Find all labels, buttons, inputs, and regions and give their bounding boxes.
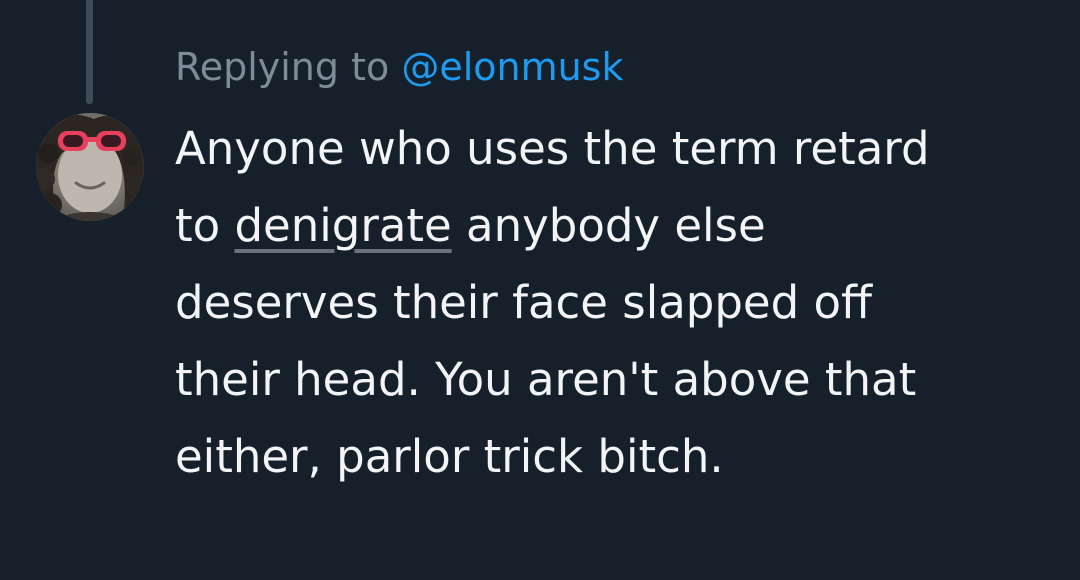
avatar[interactable] <box>36 113 144 221</box>
tweet-line: their head. You aren't above that <box>175 353 917 406</box>
tweet-line: deserves their face slapped off <box>175 276 872 329</box>
replying-to-label: Replying to <box>175 45 402 89</box>
tweet-line: to denigrate anybody else <box>175 187 1055 264</box>
tweet-body: Anyone who uses the term retard to denig… <box>175 110 1055 495</box>
tweet-container: Replying to @elonmusk Anyone who uses th… <box>0 0 1080 580</box>
replying-to-line: Replying to @elonmusk <box>175 40 624 94</box>
mention-link[interactable]: @elonmusk <box>401 45 623 89</box>
highlighted-term-link[interactable]: denigrate <box>234 199 451 252</box>
tweet-line: Anyone who uses the term retard <box>175 122 930 175</box>
thread-connector-line <box>86 0 93 104</box>
tweet-line: either, parlor trick bitch. <box>175 430 724 483</box>
tweet-line-segment: to <box>175 199 235 252</box>
tweet-line-segment: anybody else <box>451 199 766 252</box>
avatar-photo-icon <box>36 113 144 221</box>
